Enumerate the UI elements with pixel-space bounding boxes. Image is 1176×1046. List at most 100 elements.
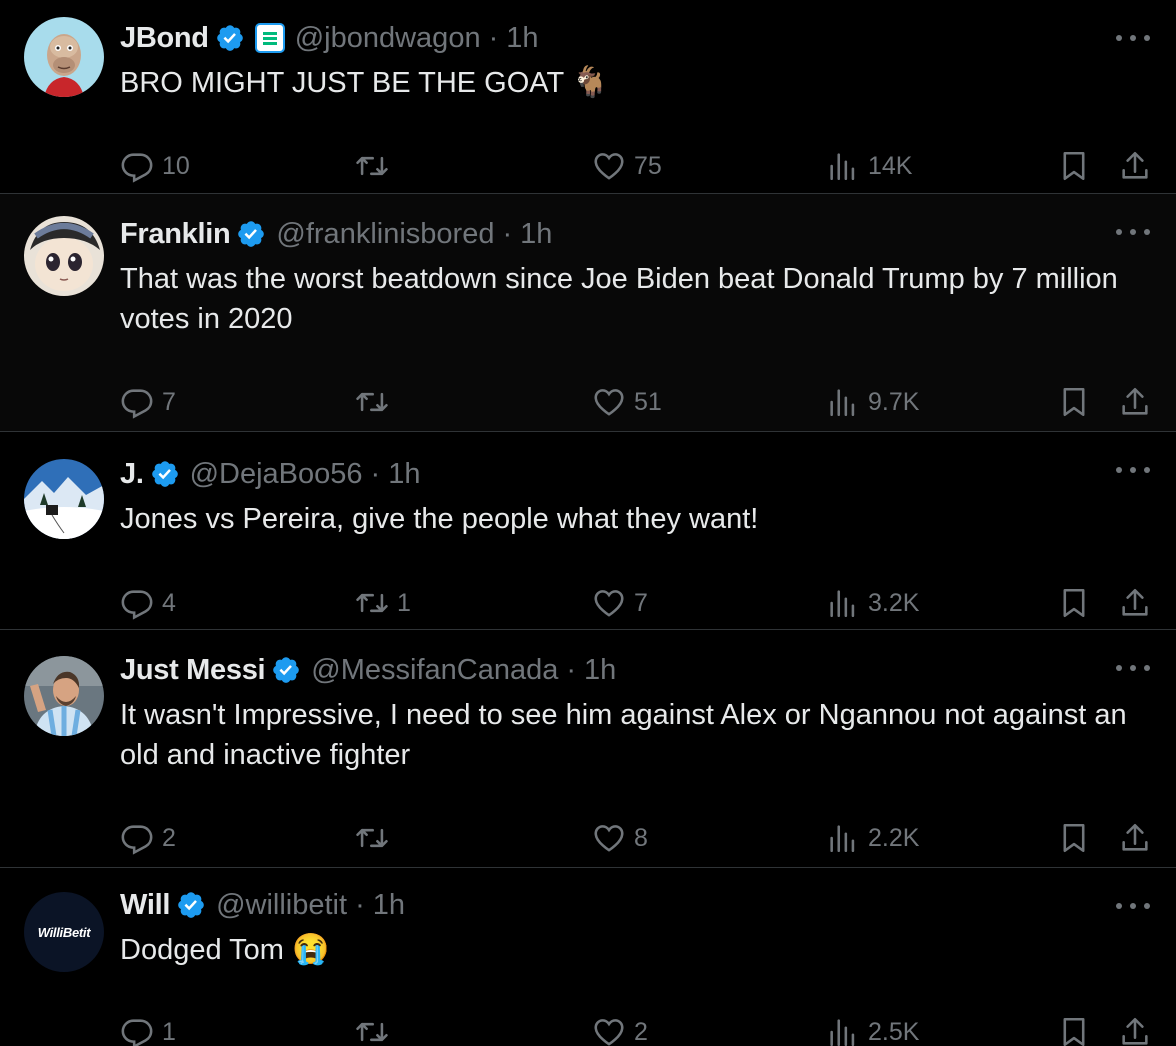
tweet[interactable]: J. @DejaBoo56 · 1h Jones vs Pereira, giv… (0, 432, 1176, 630)
user-handle[interactable]: @willibetit (216, 885, 347, 925)
views-count: 9.7K (868, 387, 920, 416)
retweet-icon (356, 392, 388, 412)
bookmark-button[interactable] (1057, 146, 1091, 186)
reply-button[interactable]: 1 (120, 1012, 176, 1046)
timestamp[interactable]: 1h (373, 885, 405, 925)
user-handle[interactable]: @jbondwagon (295, 18, 481, 58)
user-handle[interactable]: @franklinisbored (276, 214, 494, 254)
reply-icon (121, 1019, 153, 1046)
tweet-header: Will @willibetit · 1h (120, 885, 1152, 925)
like-button[interactable]: 51 (592, 382, 662, 422)
reply-button[interactable]: 7 (120, 382, 176, 422)
tweet-text: Dodged Tom 😭 (120, 930, 1152, 970)
retweet-button[interactable]: 1 (355, 583, 411, 623)
views-icon (830, 1019, 855, 1046)
tweet[interactable]: JBond @jbondwagon · 1h BRO MIGHT JUST BE… (0, 0, 1176, 194)
share-button[interactable] (1118, 583, 1152, 623)
like-count: 2 (634, 1017, 648, 1046)
anime-avatar-image (24, 216, 104, 296)
share-button[interactable] (1118, 146, 1152, 186)
bookmark-button[interactable] (1057, 1012, 1091, 1046)
timestamp[interactable]: 1h (506, 18, 538, 58)
more-options-icon[interactable] (1116, 28, 1150, 48)
avatar[interactable]: WilliBetit (24, 892, 104, 972)
action-bar: 2 8 2.2K (120, 818, 1152, 858)
tweet-text: It wasn't Impressive, I need to see him … (120, 695, 1152, 775)
more-options-icon[interactable] (1116, 658, 1150, 678)
like-button[interactable]: 8 (592, 818, 648, 858)
views-button[interactable]: 2.5K (826, 1012, 919, 1046)
retweet-button[interactable] (355, 146, 397, 186)
display-name[interactable]: J. (120, 454, 144, 494)
tweet-text: Jones vs Pereira, give the people what t… (120, 499, 1152, 539)
action-bar: 4 1 7 3.2K (120, 583, 1152, 623)
tweet-content: Franklin @franklinisbored · 1h That was … (120, 194, 1176, 431)
bookmark-button[interactable] (1057, 382, 1091, 422)
timestamp[interactable]: 1h (520, 214, 552, 254)
avatar[interactable] (24, 459, 104, 539)
share-icon (1122, 1017, 1148, 1045)
share-button[interactable] (1118, 382, 1152, 422)
tweet[interactable]: Franklin @franklinisbored · 1h That was … (0, 194, 1176, 432)
like-button[interactable]: 7 (592, 583, 648, 623)
action-bar: 7 51 9.7K (120, 382, 1152, 422)
tweet-content: Will @willibetit · 1h Dodged Tom 😭 1 2 2… (120, 868, 1176, 1046)
reply-icon (121, 825, 153, 855)
avatar[interactable] (24, 216, 104, 296)
more-options-icon[interactable] (1116, 896, 1150, 916)
heart-icon (594, 389, 624, 416)
share-button[interactable] (1118, 818, 1152, 858)
verified-badge-icon[interactable] (236, 219, 266, 249)
more-options-icon[interactable] (1116, 460, 1150, 480)
retweet-button[interactable] (355, 382, 397, 422)
views-count: 3.2K (868, 588, 920, 617)
user-handle[interactable]: @MessifanCanada (311, 650, 558, 690)
share-icon (1122, 387, 1148, 415)
heart-icon (594, 153, 624, 180)
reply-button[interactable]: 2 (120, 818, 176, 858)
views-icon (830, 590, 855, 618)
affiliate-badge-icon[interactable] (254, 23, 285, 53)
verified-badge-icon[interactable] (271, 655, 301, 685)
display-name[interactable]: Just Messi (120, 650, 266, 690)
tweet-header: Franklin @franklinisbored · 1h (120, 214, 1152, 254)
verified-badge-icon[interactable] (176, 890, 206, 920)
avatar[interactable] (24, 17, 104, 97)
reply-button[interactable]: 4 (120, 583, 176, 623)
views-icon (830, 153, 855, 181)
tweet-text: That was the worst beatdown since Joe Bi… (120, 259, 1152, 339)
retweet-icon (356, 156, 388, 176)
like-count: 8 (634, 823, 648, 852)
like-button[interactable]: 2 (592, 1012, 648, 1046)
timestamp[interactable]: 1h (388, 454, 420, 494)
verified-badge-icon[interactable] (150, 459, 180, 489)
views-button[interactable]: 3.2K (826, 583, 919, 623)
tweet-header: J. @DejaBoo56 · 1h (120, 454, 1152, 494)
user-handle[interactable]: @DejaBoo56 (190, 454, 363, 494)
avatar[interactable] (24, 656, 104, 736)
retweet-button[interactable] (355, 818, 397, 858)
views-icon (830, 389, 855, 417)
share-button[interactable] (1118, 1012, 1152, 1046)
reply-button[interactable]: 10 (120, 146, 190, 186)
views-button[interactable]: 14K (826, 146, 912, 186)
timestamp[interactable]: 1h (584, 650, 616, 690)
display-name[interactable]: JBond (120, 18, 209, 58)
bookmark-button[interactable] (1057, 818, 1091, 858)
bookmark-button[interactable] (1057, 583, 1091, 623)
views-button[interactable]: 2.2K (826, 818, 919, 858)
retweet-button[interactable] (355, 1012, 397, 1046)
tweet[interactable]: WilliBetit Will @willibetit · 1h Dodged … (0, 868, 1176, 1046)
share-icon (1122, 151, 1148, 179)
verified-badge-icon[interactable] (215, 23, 245, 53)
views-button[interactable]: 9.7K (826, 382, 919, 422)
like-button[interactable]: 75 (592, 146, 662, 186)
more-options-icon[interactable] (1116, 222, 1150, 242)
display-name[interactable]: Franklin (120, 214, 231, 254)
display-name[interactable]: Will (120, 885, 170, 925)
reply-icon (121, 590, 153, 620)
snow-mountain-avatar-image (24, 459, 104, 539)
tweet[interactable]: Just Messi @MessifanCanada · 1h It wasn'… (0, 630, 1176, 868)
like-count: 51 (634, 387, 662, 416)
views-icon (830, 825, 855, 853)
